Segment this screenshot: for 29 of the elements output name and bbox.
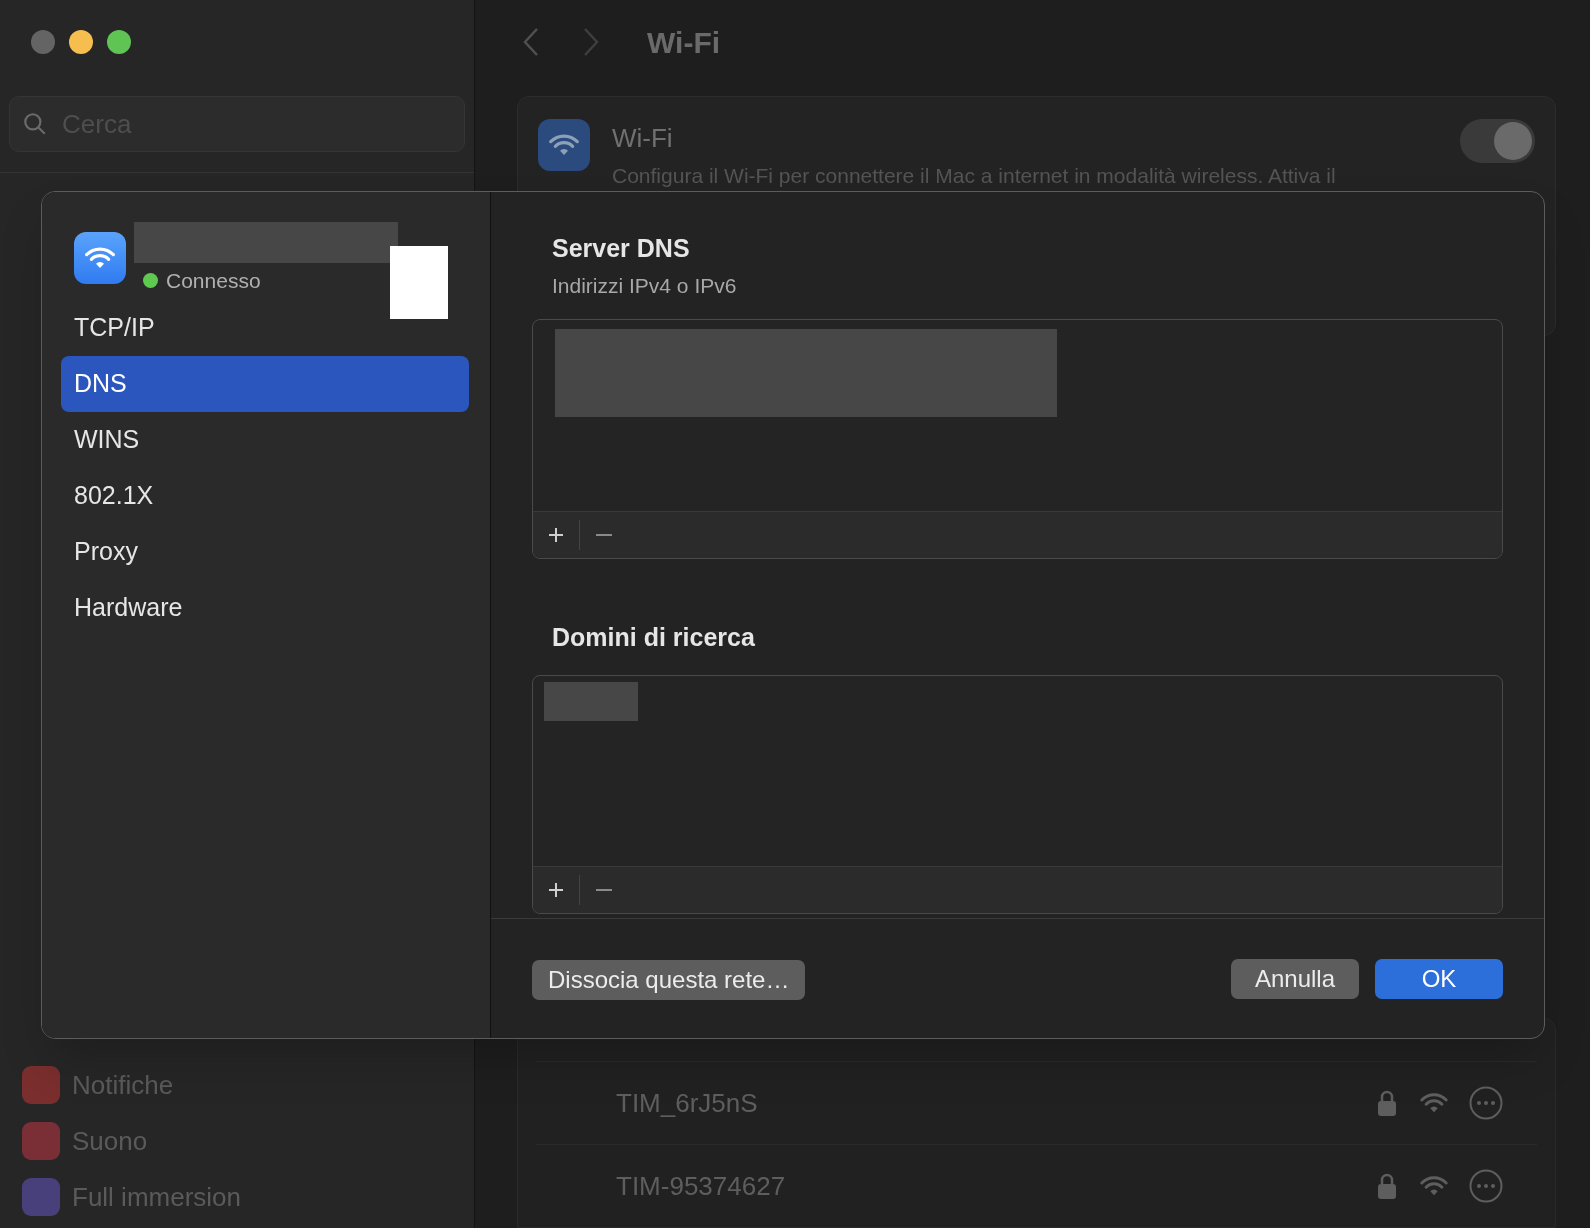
wifi-card-title: Wi-Fi bbox=[612, 122, 674, 155]
wifi-toggle[interactable] bbox=[1460, 119, 1535, 163]
more-options-icon[interactable] bbox=[1469, 1169, 1503, 1203]
connection-status: Connesso bbox=[166, 268, 261, 294]
settings-tab[interactable]: DNS bbox=[61, 356, 469, 412]
section-title: Server DNS bbox=[552, 233, 691, 264]
settings-tab[interactable]: Hardware bbox=[61, 580, 469, 636]
section-subtitle: Indirizzi IPv4 o IPv6 bbox=[552, 272, 738, 299]
wifi-signal-icon bbox=[1419, 1092, 1449, 1114]
ok-button[interactable]: OK bbox=[1375, 958, 1503, 999]
dissociate-button[interactable]: Dissocia questa rete… bbox=[532, 959, 806, 1000]
cancel-button[interactable]: Annulla bbox=[1231, 958, 1359, 999]
page-title: Wi-Fi bbox=[647, 24, 721, 61]
wifi-icon bbox=[84, 246, 116, 270]
settings-tab[interactable]: WINS bbox=[61, 412, 469, 468]
wifi-icon bbox=[548, 133, 580, 157]
minus-icon bbox=[596, 888, 612, 891]
settings-tab[interactable]: Proxy bbox=[61, 524, 469, 580]
plus-icon bbox=[547, 526, 565, 544]
more-options-icon[interactable] bbox=[1469, 1086, 1503, 1120]
settings-tab[interactable]: TCP/IP bbox=[61, 300, 469, 356]
forward-chevron-icon[interactable] bbox=[581, 26, 601, 58]
wifi-signal-icon bbox=[1419, 1175, 1449, 1197]
settings-tab[interactable]: 802.1X bbox=[61, 468, 469, 524]
section-title: Domini di ricerca bbox=[552, 622, 756, 653]
back-chevron-icon[interactable] bbox=[521, 26, 541, 58]
plus-icon bbox=[547, 880, 565, 899]
search-icon bbox=[22, 111, 48, 137]
minus-icon bbox=[596, 534, 612, 536]
